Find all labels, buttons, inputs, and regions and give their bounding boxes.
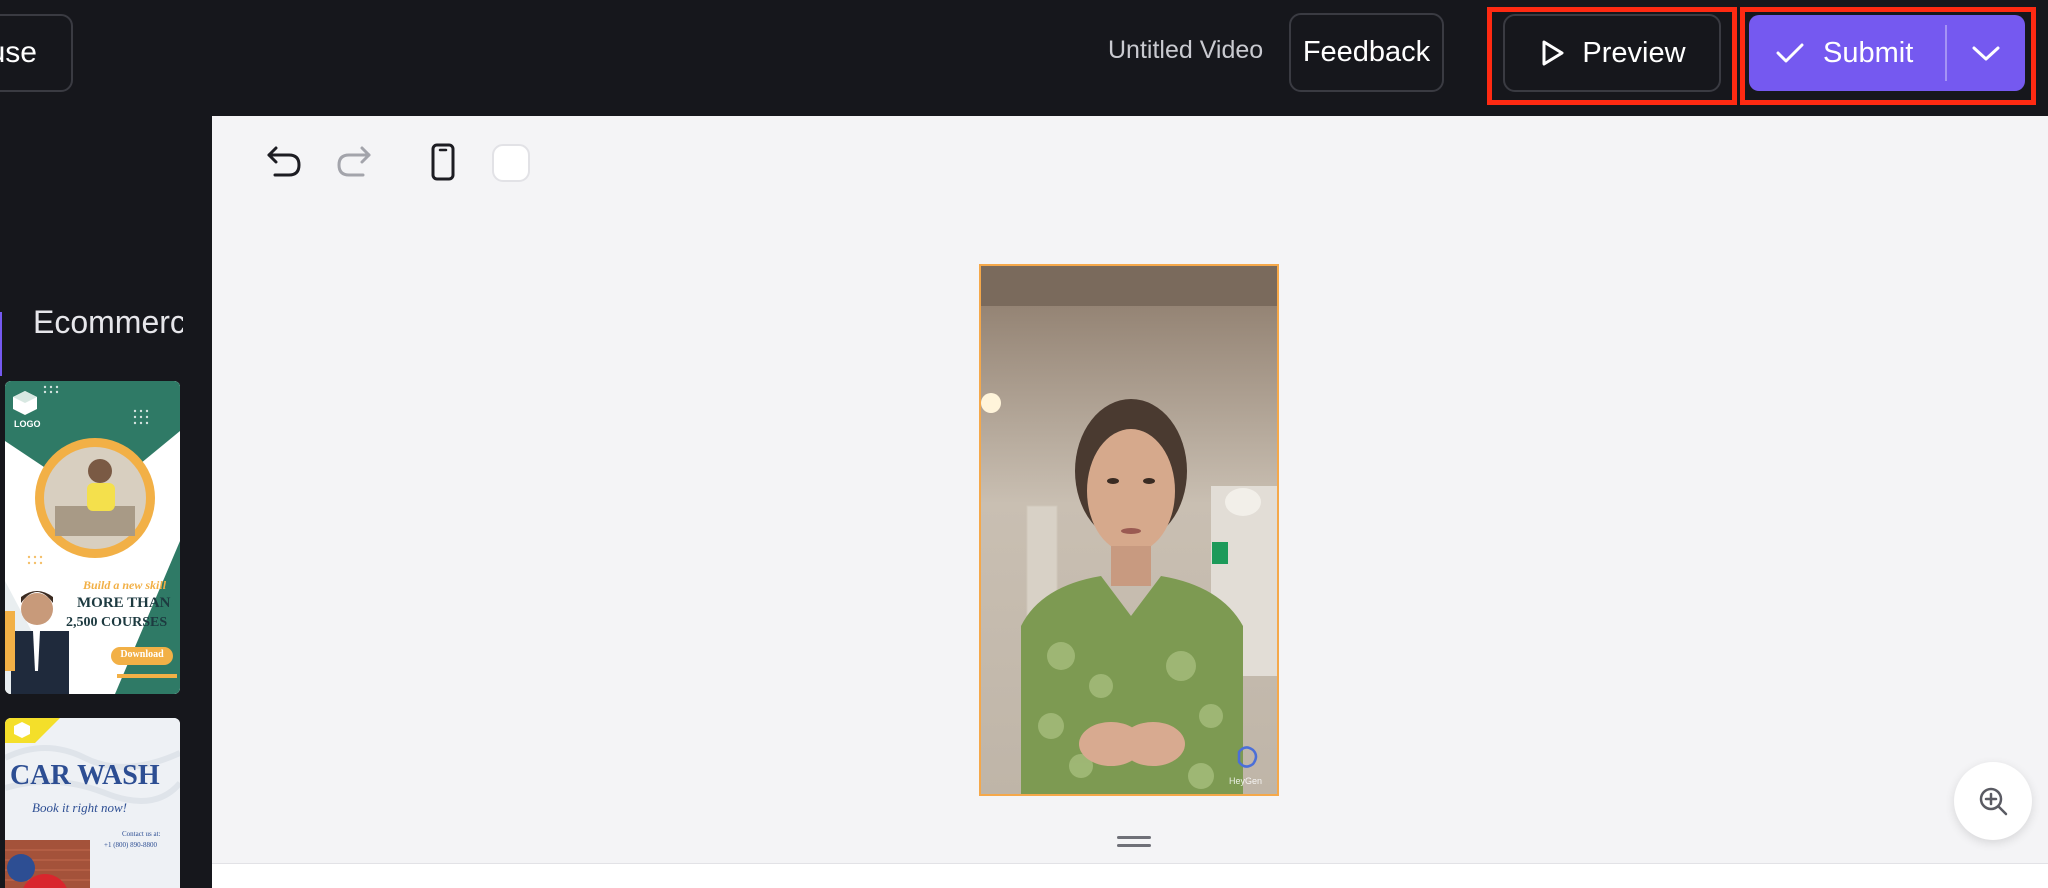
aspect-ratio-button[interactable] bbox=[421, 140, 465, 184]
active-tab-indicator bbox=[0, 312, 2, 376]
template-headline-1: MORE THAN bbox=[77, 595, 171, 611]
preview-button-label: Preview bbox=[1582, 36, 1686, 69]
submit-button[interactable]: Submit bbox=[1749, 15, 1945, 91]
background-color-icon bbox=[492, 144, 530, 182]
tab-ecommerce[interactable]: Ecommerce bbox=[33, 304, 183, 341]
pause-button-label: use bbox=[0, 36, 37, 69]
template-headline-2: 2,500 COURSES bbox=[66, 615, 168, 630]
zoom-button[interactable] bbox=[1954, 762, 2032, 840]
template-car-wash-headline: CAR WASH bbox=[10, 760, 160, 791]
timeline-resize-handle[interactable] bbox=[1117, 836, 1151, 850]
template-car-wash-contact: Contact us at: bbox=[122, 830, 161, 838]
submit-options-button[interactable] bbox=[1947, 15, 2025, 91]
redo-button[interactable] bbox=[332, 140, 376, 184]
template-card-courses[interactable]: LOGO Build a new skill MORE THAN 2,500 C… bbox=[5, 381, 180, 694]
undo-button[interactable] bbox=[262, 140, 306, 184]
pause-button[interactable]: use bbox=[0, 14, 73, 92]
feedback-button[interactable]: Feedback bbox=[1289, 13, 1444, 92]
check-icon bbox=[1776, 43, 1804, 63]
chevron-down-icon bbox=[1972, 46, 2000, 61]
template-car-wash-phone: +1 (800) 890-8800 bbox=[104, 841, 157, 849]
background-color-button[interactable] bbox=[491, 143, 531, 183]
play-icon bbox=[1542, 40, 1564, 66]
timeline-panel bbox=[212, 863, 2048, 888]
preview-button[interactable]: Preview bbox=[1503, 14, 1721, 92]
redo-icon bbox=[337, 146, 371, 177]
heygen-watermark: HeyGen bbox=[1229, 776, 1263, 786]
template-car-wash-subtitle: Book it right now! bbox=[32, 800, 127, 815]
feedback-button-label: Feedback bbox=[1302, 36, 1431, 68]
top-bar: use Untitled Video Feedback Preview Subm… bbox=[0, 0, 2048, 116]
zoom-in-icon bbox=[1979, 787, 2008, 816]
template-sidebar: Ecommerce bbox=[0, 116, 212, 888]
phone-icon bbox=[431, 143, 455, 181]
video-preview-frame[interactable]: HeyGen bbox=[979, 264, 1279, 796]
template-cta: Download bbox=[120, 649, 164, 660]
avatar-video bbox=[981, 266, 1277, 794]
template-tagline: Build a new skill bbox=[83, 578, 167, 592]
submit-button-label: Submit bbox=[1823, 36, 1914, 69]
template-card-car-wash[interactable]: CAR WASH Book it right now! Contact us a… bbox=[5, 718, 180, 888]
submit-button-group: Submit bbox=[1749, 15, 2025, 91]
video-title[interactable]: Untitled Video bbox=[1108, 36, 1263, 65]
template-logo-text: LOGO bbox=[14, 419, 41, 429]
undo-icon bbox=[267, 146, 301, 177]
